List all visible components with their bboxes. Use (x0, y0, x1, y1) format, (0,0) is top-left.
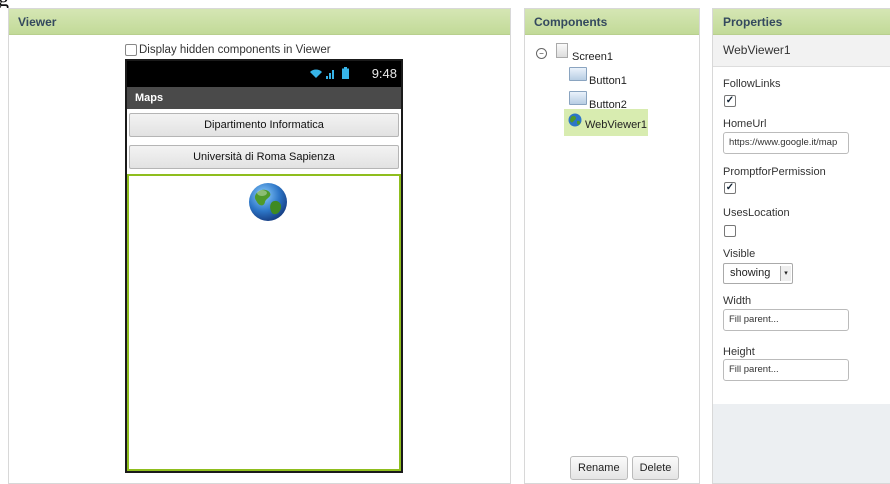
components-panel: Components − Screen1 Button1 Button2 Web… (524, 8, 700, 484)
signal-icon (326, 70, 334, 79)
display-hidden-components-toggle[interactable]: Display hidden components in Viewer (125, 44, 331, 56)
width-label: Width (723, 295, 752, 307)
selected-component-name: WebViewer1 (713, 35, 890, 67)
rename-button[interactable]: Rename (570, 456, 628, 480)
screen-icon (556, 43, 568, 58)
wifi-icon (310, 69, 322, 78)
homeurl-field[interactable]: https://www.google.it/map (723, 132, 849, 154)
status-icons (309, 67, 349, 79)
properties-panel: Properties WebViewer1 FollowLinks ✓ Home… (712, 8, 890, 484)
useslocation-label: UsesLocation (723, 207, 790, 219)
button-icon (569, 66, 587, 81)
useslocation-checkbox[interactable] (724, 225, 736, 237)
tree-item-button2[interactable]: Button2 (569, 90, 627, 111)
tree-item-label: Screen1 (572, 51, 613, 63)
properties-header: Properties (713, 9, 890, 35)
globe-icon (249, 183, 287, 221)
display-hidden-label: Display hidden components in Viewer (139, 44, 331, 56)
properties-empty-area (713, 404, 890, 483)
button2-preview[interactable]: Università di Roma Sapienza (129, 145, 399, 169)
battery-icon (342, 67, 349, 79)
collapse-icon[interactable]: − (536, 48, 547, 59)
height-field[interactable]: Fill parent... (723, 359, 849, 381)
button-icon (569, 90, 587, 105)
display-hidden-checkbox[interactable] (125, 44, 137, 56)
height-label: Height (723, 346, 755, 358)
webviewer-preview[interactable] (127, 174, 401, 471)
top-edge-clipped-text: g (0, 0, 20, 8)
component-actions: Rename Delete (570, 456, 680, 480)
visible-label: Visible (723, 248, 756, 260)
button1-preview[interactable]: Dipartimento Informatica (129, 113, 399, 137)
tree-item-button1[interactable]: Button1 (569, 66, 627, 87)
delete-button[interactable]: Delete (631, 456, 680, 480)
width-field[interactable]: Fill parent... (723, 309, 849, 331)
viewer-header: Viewer (9, 9, 510, 35)
tree-item-label: WebViewer1 (585, 118, 647, 131)
components-header: Components (525, 9, 699, 35)
promptforpermission-label: PromptforPermission (723, 166, 826, 178)
homeurl-label: HomeUrl (723, 118, 767, 130)
webviewer-icon (568, 113, 582, 126)
tree-item-label: Button1 (589, 75, 627, 87)
dropdown-arrow-icon: ▾ (780, 266, 791, 281)
tree-item-screen1[interactable]: − Screen1 (536, 43, 613, 63)
visible-select-value: showing (730, 267, 771, 279)
followlinks-label: FollowLinks (723, 78, 781, 90)
status-time: 9:48 (371, 66, 397, 81)
status-bar: 9:48 (127, 61, 401, 87)
promptforpermission-checkbox[interactable]: ✓ (724, 182, 736, 194)
properties-list: FollowLinks ✓ HomeUrl https://www.google… (713, 67, 890, 404)
app-title-bar: Maps (127, 87, 401, 109)
followlinks-checkbox[interactable]: ✓ (724, 95, 736, 107)
viewer-panel: Viewer Display hidden components in View… (8, 8, 511, 484)
tree-item-webviewer1[interactable]: WebViewer1 (564, 109, 648, 136)
phone-preview: 9:48 Maps Dipartimento Informatica Unive… (125, 59, 403, 473)
visible-select[interactable]: showing ▾ (723, 263, 793, 284)
